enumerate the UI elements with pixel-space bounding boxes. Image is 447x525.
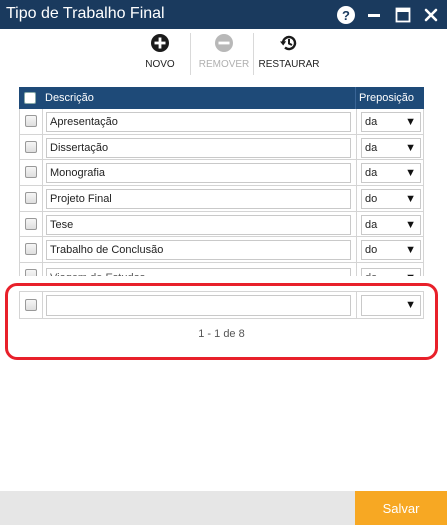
descricao-field[interactable]: Dissertação — [46, 137, 351, 158]
dropdown-arrow-icon: ▼ — [405, 244, 416, 257]
table-row: Monografia da ▼ — [19, 160, 424, 187]
preposicao-value: da — [365, 272, 377, 276]
row-checkbox[interactable] — [25, 243, 37, 256]
preposicao-select[interactable]: da ▼ — [361, 163, 421, 184]
save-button[interactable]: Salvar — [355, 491, 447, 525]
dropdown-arrow-icon: ▼ — [405, 299, 416, 311]
grid-header: Descrição Preposição — [19, 87, 424, 109]
dropdown-arrow-icon: ▼ — [405, 269, 416, 276]
toolbar-divider — [190, 33, 191, 75]
preposicao-value: da — [365, 116, 378, 128]
row-checkbox[interactable] — [25, 299, 37, 311]
table-row: Dissertação da ▼ — [19, 134, 424, 161]
new-descricao-field[interactable] — [46, 295, 351, 316]
dropdown-arrow-icon: ▼ — [405, 193, 416, 206]
dropdown-arrow-icon: ▼ — [405, 167, 416, 180]
restaurar-button[interactable]: RESTAURAR — [258, 33, 320, 70]
footer-bar: Salvar — [0, 491, 447, 525]
preposicao-value: da — [365, 218, 378, 231]
row-checkbox[interactable] — [25, 115, 37, 127]
row-checkbox[interactable] — [25, 166, 37, 179]
row-checkbox[interactable] — [25, 140, 37, 153]
preposicao-select[interactable]: da ▼ — [361, 214, 421, 235]
descricao-field[interactable]: Viagem de Estudos — [46, 268, 351, 277]
table-row: Viagem de Estudos da ▼ — [19, 263, 424, 277]
descricao-field[interactable]: Apresentação — [46, 112, 351, 132]
select-all-checkbox[interactable] — [24, 92, 36, 104]
row-checkbox[interactable] — [25, 192, 37, 205]
preposicao-select[interactable]: do ▼ — [361, 240, 421, 261]
dialog-window: Tipo de Trabalho Final ? NOVO REMOVER RE… — [0, 0, 447, 525]
dropdown-arrow-icon: ▼ — [405, 218, 416, 231]
novo-button[interactable]: NOVO — [139, 33, 181, 70]
help-icon: ? — [337, 6, 355, 24]
column-header-preposicao[interactable]: Preposição — [359, 92, 414, 104]
toolbar: NOVO REMOVER RESTAURAR — [0, 29, 447, 77]
restaurar-label: RESTAURAR — [258, 59, 320, 70]
column-divider — [355, 87, 356, 109]
window-title: Tipo de Trabalho Final — [6, 5, 165, 22]
column-header-descricao[interactable]: Descrição — [45, 92, 94, 104]
plus-circle-icon — [151, 34, 169, 52]
remover-label: REMOVER — [198, 59, 250, 70]
table-row: Apresentação da ▼ — [19, 109, 424, 135]
title-bar: Tipo de Trabalho Final ? — [0, 0, 447, 29]
dropdown-arrow-icon: ▼ — [405, 116, 416, 128]
pagination-info: 1 - 1 de 8 — [198, 328, 245, 340]
descricao-field[interactable]: Projeto Final — [46, 189, 351, 210]
close-icon — [424, 8, 438, 22]
preposicao-value: da — [365, 167, 378, 180]
table-row: Projeto Final do ▼ — [19, 186, 424, 212]
preposicao-select[interactable]: da ▼ — [361, 137, 421, 158]
row-checkbox[interactable] — [25, 217, 37, 230]
minus-circle-icon — [215, 34, 233, 52]
minimize-button[interactable] — [363, 4, 385, 26]
descricao-field[interactable]: Monografia — [46, 163, 351, 184]
preposicao-select[interactable]: da ▼ — [361, 112, 421, 132]
remover-button[interactable]: REMOVER — [197, 33, 251, 70]
toolbar-divider — [253, 33, 254, 75]
preposicao-value: do — [365, 244, 378, 257]
preposicao-select[interactable]: do ▼ — [361, 189, 421, 210]
data-grid: Descrição Preposição Apresentação da ▼ Di… — [19, 87, 424, 277]
help-button[interactable]: ? — [335, 4, 357, 26]
table-row: Trabalho de Conclusão do ▼ — [19, 237, 424, 264]
new-row: ▼ — [19, 291, 424, 319]
maximize-button[interactable] — [392, 4, 414, 26]
minimize-icon — [368, 14, 380, 17]
close-button[interactable] — [420, 4, 442, 26]
descricao-field[interactable]: Tese — [46, 214, 351, 235]
novo-label: NOVO — [145, 59, 175, 70]
dropdown-arrow-icon: ▼ — [405, 141, 416, 154]
maximize-icon — [395, 7, 411, 23]
new-preposicao-select[interactable]: ▼ — [361, 295, 421, 316]
preposicao-value: da — [365, 141, 378, 154]
row-checkbox[interactable] — [25, 269, 37, 277]
restore-history-icon — [280, 35, 297, 51]
preposicao-select[interactable]: da ▼ — [361, 268, 421, 277]
preposicao-value: do — [365, 193, 378, 206]
table-row: Tese da ▼ — [19, 211, 424, 238]
descricao-field[interactable]: Trabalho de Conclusão — [46, 240, 351, 261]
